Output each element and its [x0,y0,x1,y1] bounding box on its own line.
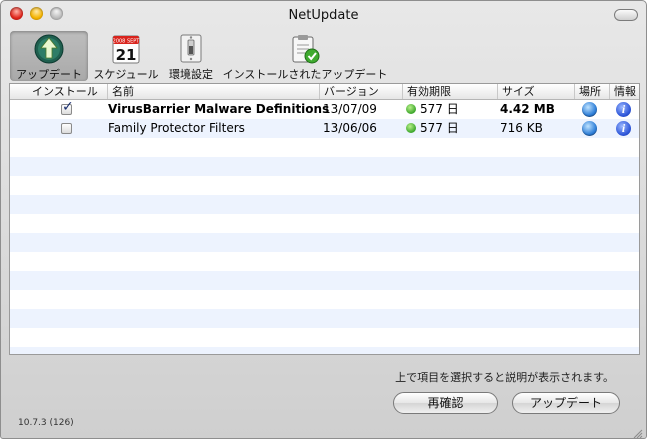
update-button[interactable]: アップデート [512,392,620,414]
toolbar-update-button[interactable]: アップデート [10,31,88,81]
toolbar-schedule-button[interactable]: 2008 SEPT 21 スケジュール [90,31,162,81]
toolbar: アップデート 2008 SEPT 21 スケジュール 環境設定 インストールされ… [1,29,646,83]
app-version: 10.7.3 (126) [18,418,74,428]
toolbar-schedule-label: スケジュール [93,68,159,81]
title-bar[interactable]: NetUpdate [1,1,646,29]
empty-row [10,347,639,354]
status-dot-icon [406,104,416,114]
calendar-day-text: 21 [116,46,137,64]
empty-row [10,290,639,309]
toolbar-preferences-label: 環境設定 [169,68,213,81]
table-row[interactable]: ✓ VirusBarrier Malware Definitions 13/07… [10,99,639,119]
switch-icon [175,33,207,65]
empty-row [10,195,639,214]
status-dot-icon [406,123,416,133]
empty-row [10,157,639,176]
empty-row [10,176,639,195]
row-validity-text: 577 日 [420,121,459,135]
location-globe-icon[interactable] [582,121,597,136]
install-checkbox[interactable]: ✓ [61,99,74,115]
toolbar-toggle-button[interactable] [614,9,638,21]
recheck-button[interactable]: 再確認 [393,392,498,414]
column-name[interactable]: 名前 [108,84,320,99]
toolbar-update-label: アップデート [16,68,82,81]
column-info[interactable]: 情報 [610,84,639,99]
description-hint: 上で項目を選択すると説明が表示されます。 [395,371,614,384]
calendar-icon: 2008 SEPT 21 [110,33,142,65]
empty-row [10,138,639,157]
update-arrow-icon [33,33,65,65]
row-size: 4.42 MB [500,102,555,116]
netupdate-window: NetUpdate アップデート 2008 SEPT 21 スケジュール 環境設… [0,0,647,439]
column-validity[interactable]: 有効期限 [403,84,498,99]
column-location[interactable]: 場所 [575,84,610,99]
empty-row [10,328,639,347]
location-globe-icon[interactable] [582,102,597,117]
table-row[interactable]: Family Protector Filters 13/06/06 577 日 … [10,119,639,138]
row-name: VirusBarrier Malware Definitions [108,102,330,116]
row-name: Family Protector Filters [108,121,245,135]
empty-row [10,214,639,233]
empty-row [10,252,639,271]
window-title: NetUpdate [288,8,359,23]
toolbar-installed-updates-label: インストールされたアップデート [222,68,388,81]
row-version: 13/07/09 [323,102,377,116]
row-version: 13/06/06 [323,121,377,135]
column-install[interactable]: インストール [10,84,108,99]
checkmark-icon: ✓ [62,99,74,115]
resize-grip-icon[interactable] [632,424,643,438]
toolbar-installed-updates-button[interactable]: インストールされたアップデート [220,31,390,81]
install-checkbox[interactable] [61,123,72,134]
empty-row [10,233,639,252]
updates-table: インストール 名前 バージョン 有効期限 サイズ 場所 情報 ✓ VirusBa… [9,83,640,355]
empty-row [10,271,639,290]
toolbar-preferences-button[interactable]: 環境設定 [164,31,218,81]
clipboard-check-icon [289,33,321,65]
info-icon[interactable]: i [616,102,631,117]
calendar-banner-text: 2008 SEPT [113,39,141,45]
row-size: 716 KB [500,121,543,135]
empty-row [10,309,639,328]
row-validity: 577 日 [406,119,459,138]
table-header: インストール 名前 バージョン 有効期限 サイズ 場所 情報 [10,84,639,100]
row-validity-text: 577 日 [420,102,459,116]
info-icon[interactable]: i [616,121,631,136]
row-validity: 577 日 [406,100,459,119]
column-size[interactable]: サイズ [498,84,575,99]
column-version[interactable]: バージョン [320,84,403,99]
